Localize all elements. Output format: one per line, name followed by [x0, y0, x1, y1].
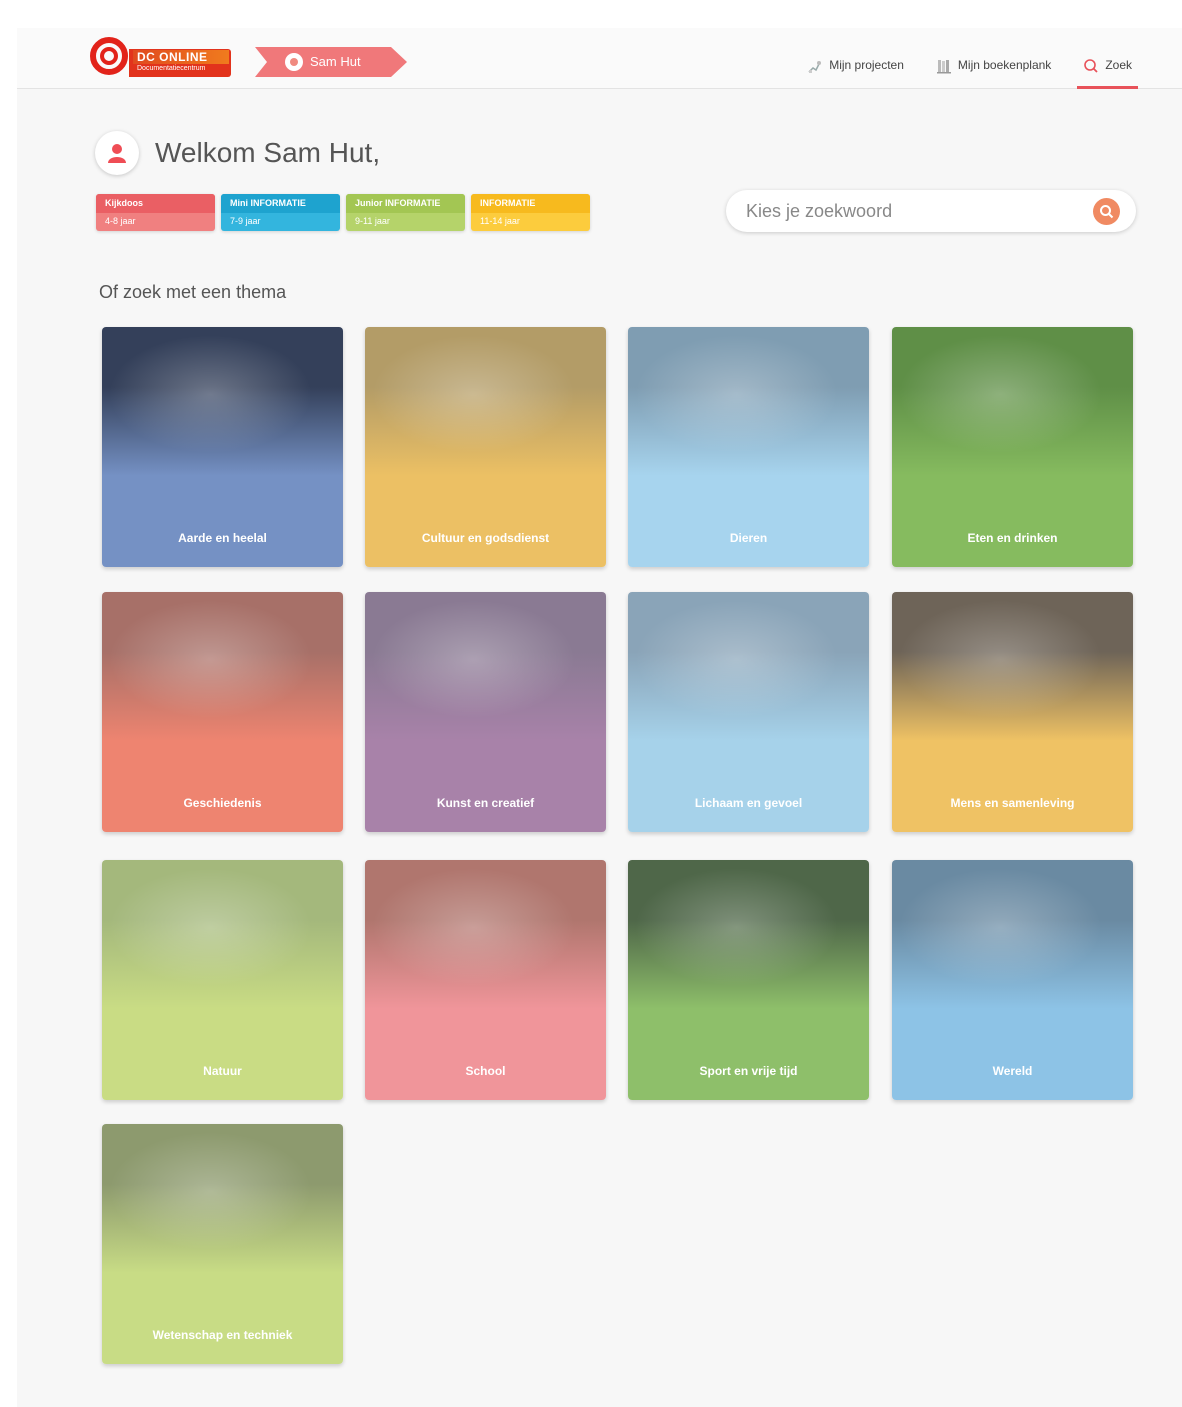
projects-icon [808, 61, 822, 73]
theme-label: Sport en vrije tijd [699, 1064, 798, 1078]
user-tab[interactable]: Sam Hut [255, 47, 407, 77]
theme-label: Geschiedenis [183, 796, 262, 810]
theme-label: Dieren [729, 531, 768, 545]
nav-zoek[interactable]: Zoek [1077, 54, 1138, 89]
theme-label: School [465, 1064, 506, 1078]
user-tab-label: Sam Hut [310, 54, 361, 69]
welcome-row: Welkom Sam Hut, [95, 131, 380, 175]
theme-tile[interactable]: Cultuur en godsdienst [365, 327, 606, 567]
age-group-3[interactable]: INFORMATIE 11-14 jaar [471, 194, 590, 231]
search-icon [1084, 59, 1098, 73]
age-group-0[interactable]: Kijkdoos 4-8 jaar [96, 194, 215, 231]
age-group-1[interactable]: Mini INFORMATIE 7-9 jaar [221, 194, 340, 231]
nav-label: Zoek [1105, 58, 1132, 72]
theme-tile[interactable]: Wereld [892, 860, 1133, 1100]
theme-tile[interactable]: Aarde en heelal [102, 327, 343, 567]
page-background: DC ONLINE Documentatiecentrum Sam Hut Mi… [17, 28, 1182, 1407]
theme-tile[interactable]: Wetenschap en techniek [102, 1124, 343, 1364]
theme-label: Aarde en heelal [178, 531, 267, 545]
search-button[interactable] [1093, 198, 1120, 225]
theme-tile[interactable]: Kunst en creatief [365, 592, 606, 832]
logo-ring-icon [90, 37, 128, 75]
welcome-title: Welkom Sam Hut, [155, 137, 381, 168]
theme-tile[interactable]: Geschiedenis [102, 592, 343, 832]
theme-label: Natuur [203, 1064, 242, 1078]
age-group-range: 7-9 jaar [230, 216, 261, 226]
theme-tile[interactable]: Natuur [102, 860, 343, 1100]
theme-tile[interactable]: Mens en samenleving [892, 592, 1133, 832]
age-group-name: Kijkdoos [96, 194, 215, 213]
search-box [726, 190, 1136, 232]
avatar[interactable] [95, 131, 139, 175]
theme-tile[interactable]: Eten en drinken [892, 327, 1133, 567]
main-nav: Mijn projecten Mijn boekenplank Zoek [801, 54, 1138, 89]
theme-label: Kunst en creatief [436, 796, 535, 810]
theme-label: Eten en drinken [967, 531, 1058, 545]
dc-online-logo[interactable]: DC ONLINE Documentatiecentrum [89, 36, 239, 77]
logo-title: DC ONLINE [133, 50, 229, 64]
logo-subtitle: Documentatiecentrum [137, 65, 206, 72]
nav-label: Mijn projecten [829, 58, 904, 72]
age-group-range: 4-8 jaar [105, 216, 136, 226]
theme-label: Cultuur en godsdienst [421, 531, 550, 545]
theme-tile[interactable]: Dieren [628, 327, 869, 567]
nav-mijn-projecten[interactable]: Mijn projecten [801, 54, 910, 89]
user-icon [108, 144, 126, 163]
theme-label: Wereld [992, 1064, 1033, 1078]
theme-tile[interactable]: School [365, 860, 606, 1100]
top-bar: DC ONLINE Documentatiecentrum Sam Hut Mi… [17, 28, 1182, 89]
theme-tile[interactable]: Sport en vrije tijd [628, 860, 869, 1100]
theme-tile[interactable]: Lichaam en gevoel [628, 592, 869, 832]
search-icon [1100, 205, 1114, 219]
age-group-range: 11-14 jaar [480, 216, 520, 226]
user-circle-icon [285, 53, 303, 71]
age-group-range: 9-11 jaar [355, 216, 390, 226]
search-input[interactable] [746, 198, 1076, 224]
age-group-name: Mini INFORMATIE [221, 194, 340, 213]
theme-heading: Of zoek met een thema [99, 282, 287, 302]
age-group-name: INFORMATIE [471, 194, 590, 213]
theme-label: Wetenschap en techniek [152, 1328, 293, 1342]
theme-label: Lichaam en gevoel [694, 796, 803, 810]
bookshelf-icon [936, 60, 951, 74]
theme-label: Mens en samenleving [950, 796, 1075, 810]
age-group-selector: Kijkdoos 4-8 jaar Mini INFORMATIE 7-9 jaar J… [96, 194, 590, 231]
nav-label: Mijn boekenplank [957, 58, 1052, 72]
age-group-name: Junior INFORMATIE [346, 194, 465, 213]
age-group-2[interactable]: Junior INFORMATIE 9-11 jaar [346, 194, 465, 231]
nav-mijn-boekenplank[interactable]: Mijn boekenplank [930, 54, 1057, 89]
